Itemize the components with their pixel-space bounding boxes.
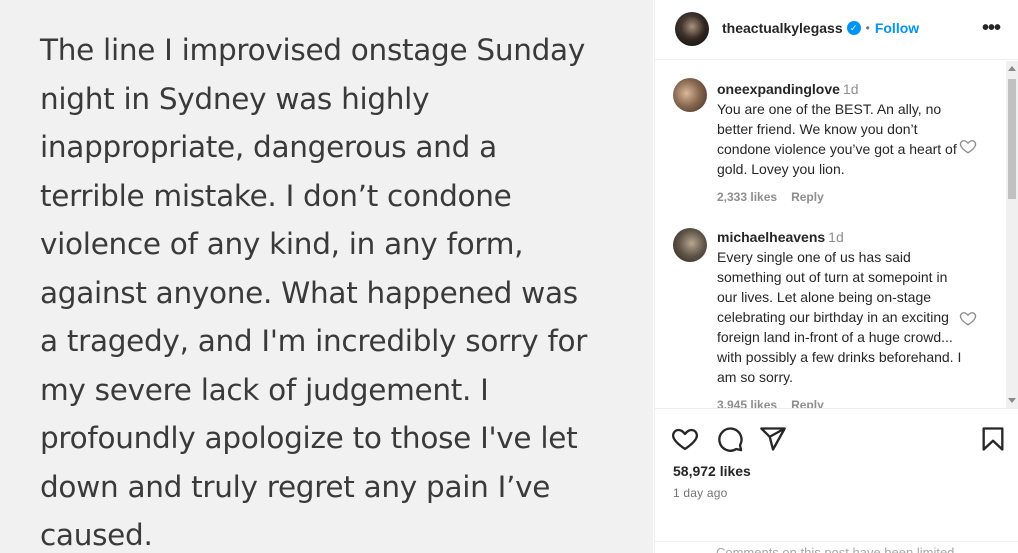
share-icon[interactable] [759, 425, 787, 453]
post-likes-count[interactable]: 58,972 likes [673, 463, 751, 479]
comment-heart-icon[interactable] [959, 309, 977, 327]
reply-button[interactable]: Reply [791, 190, 824, 204]
post-image: The line I improvised onstage Sunday nig… [0, 0, 653, 553]
header-user-line: theactualkylegass ✓ • Follow [722, 20, 919, 36]
comment-heart-icon[interactable] [959, 137, 977, 155]
comment-meta: 2,333 likes Reply [717, 187, 967, 207]
comment-list: oneexpandinglove 1d You are one of the BE… [655, 61, 1018, 408]
comment-body: michaelheavens 1d Every single one of us … [717, 227, 967, 408]
comment-username[interactable]: oneexpandinglove [717, 81, 840, 97]
comment-likes[interactable]: 2,333 likes [717, 190, 777, 204]
more-options-icon[interactable]: ••• [979, 18, 1003, 38]
comment-body: oneexpandinglove 1d You are one of the BE… [717, 79, 967, 207]
avatar[interactable] [673, 78, 707, 112]
comment-time: 1d [842, 81, 859, 97]
avatar[interactable] [675, 12, 709, 46]
comment-text: You are one of the BEST. An ally, no bet… [717, 101, 957, 177]
comments-scrollbar[interactable] [1006, 61, 1018, 408]
verified-badge-icon: ✓ [846, 21, 861, 35]
username-link[interactable]: theactualkylegass [722, 20, 843, 36]
heart-icon[interactable] [671, 425, 699, 453]
comment-time: 1d [828, 229, 844, 245]
post-text: The line I improvised onstage Sunday nig… [40, 33, 588, 552]
comments-limited-notice: Comments on this post have been limited. [655, 541, 1018, 553]
avatar[interactable] [673, 228, 707, 262]
scrollbar-thumb[interactable] [1008, 79, 1016, 199]
comment-text: Every single one of us has said somethin… [717, 249, 962, 385]
post-side-panel: theactualkylegass ✓ • Follow ••• oneexpa… [654, 0, 1018, 553]
scroll-up-arrow-icon[interactable] [1008, 66, 1016, 71]
follow-button[interactable]: Follow [875, 20, 919, 36]
reply-button[interactable]: Reply [791, 398, 824, 408]
comment-icon[interactable] [716, 425, 744, 453]
post-actions: 58,972 likes 1 day ago Comments on this … [655, 408, 1018, 553]
post-header: theactualkylegass ✓ • Follow ••• [655, 0, 1018, 60]
separator-dot: • [865, 21, 870, 35]
comment-username[interactable]: michaelheavens [717, 229, 825, 245]
scroll-down-arrow-icon[interactable] [1008, 398, 1016, 403]
post-timestamp[interactable]: 1 day ago [673, 486, 728, 500]
bookmark-icon[interactable] [979, 425, 1007, 453]
comment-likes[interactable]: 3,945 likes [717, 398, 777, 408]
comment-meta: 3,945 likes Reply [717, 395, 967, 408]
